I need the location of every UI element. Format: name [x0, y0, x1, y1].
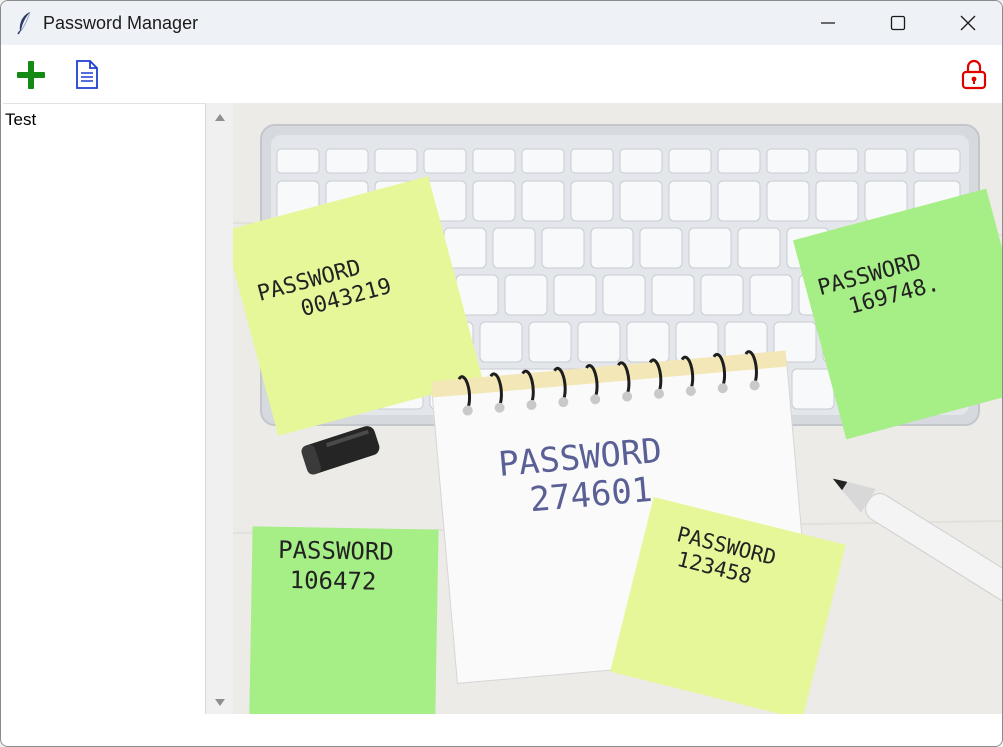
sticky-note: PASSWORD 106472 [249, 526, 439, 714]
lock-icon [961, 59, 987, 90]
document-icon [76, 60, 98, 89]
window-title: Password Manager [43, 13, 199, 33]
close-icon [960, 15, 976, 31]
document-button[interactable] [73, 59, 101, 91]
title-bar: Password Manager [1, 1, 1002, 45]
note-text: PASSWORD [278, 536, 394, 566]
add-button[interactable] [15, 59, 47, 91]
minimize-icon [821, 22, 835, 24]
feather-icon [17, 11, 31, 35]
toolbar [1, 45, 1002, 103]
add-icon [17, 61, 45, 89]
scroll-up-icon[interactable] [214, 112, 226, 122]
status-bar [1, 714, 1002, 746]
note-text: 106472 [289, 566, 376, 596]
maximize-button[interactable] [875, 1, 921, 45]
scroll-down-icon[interactable] [214, 698, 226, 708]
entry-list[interactable]: Test [3, 103, 206, 715]
lock-button[interactable] [959, 57, 989, 91]
list-item[interactable]: Test [5, 110, 36, 130]
minimize-button[interactable] [805, 1, 851, 45]
maximize-icon [890, 15, 906, 31]
entry-image: PASSWORD 0043219 PASSWORD 169748. PASSWO… [233, 103, 1002, 714]
app-window: Password Manager Test PASSWORD 0043219 P… [0, 0, 1003, 747]
vertical-scrollbar[interactable] [206, 103, 233, 714]
password-notes-photo: PASSWORD 0043219 PASSWORD 169748. PASSWO… [233, 103, 1002, 714]
close-button[interactable] [945, 1, 991, 45]
